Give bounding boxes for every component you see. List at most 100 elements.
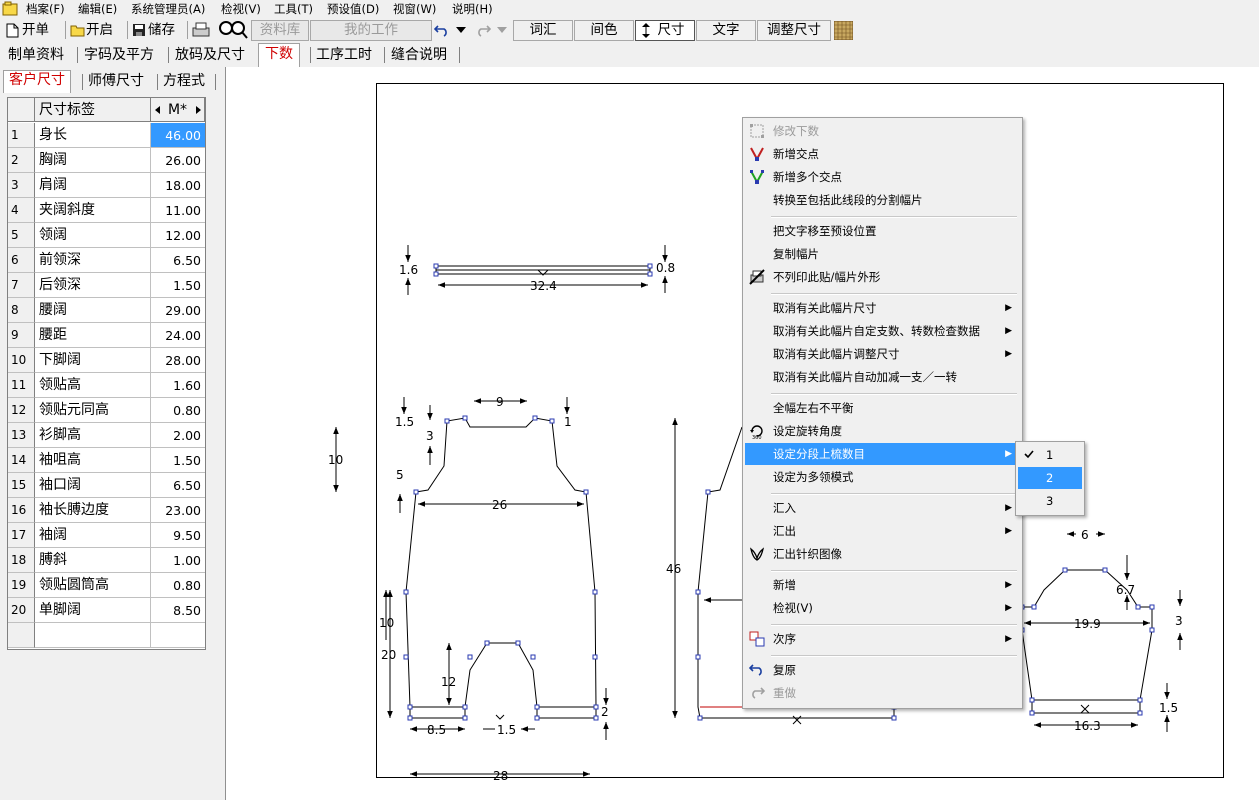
size-label-cell[interactable]: 单脚阔 (35, 598, 151, 623)
size-value-cell[interactable]: 0.80 (151, 398, 205, 423)
size-button[interactable]: 尺寸 (635, 20, 695, 41)
pattern-grid-icon[interactable] (834, 21, 853, 40)
size-value-cell[interactable]: 1.50 (151, 273, 205, 298)
size-label-cell[interactable]: 袖咀高 (35, 448, 151, 473)
size-label-cell[interactable]: 腰阔 (35, 298, 151, 323)
size-value-cell[interactable]: 1.60 (151, 373, 205, 398)
row-number[interactable]: 20 (8, 598, 35, 623)
menu-view[interactable]: 检视(V) (221, 1, 261, 17)
size-value-cell[interactable] (151, 623, 205, 648)
row-number[interactable]: 6 (8, 248, 35, 273)
tab-sewing-notes[interactable]: 缝合说明 (391, 45, 447, 65)
menu-item-cancel-size[interactable]: 取消有关此幅片尺寸 ▶ (745, 297, 1018, 319)
menu-item-import[interactable]: 汇入 ▶ (745, 497, 1018, 519)
tab-grading[interactable]: 放码及尺寸 (175, 45, 245, 65)
table-row[interactable]: 3 肩阔 18.00 (8, 173, 205, 198)
menu-item-cancel-custom-count[interactable]: 取消有关此幅片自定支数、转数检查数据 ▶ (745, 320, 1018, 342)
size-value-cell[interactable]: 29.00 (151, 298, 205, 323)
row-number[interactable]: 7 (8, 273, 35, 298)
size-value-cell[interactable]: 8.50 (151, 598, 205, 623)
menu-item-add-node[interactable]: 新增交点 (745, 143, 1018, 165)
submenu-item-1[interactable]: 1 (1018, 444, 1082, 466)
menu-item-add-nodes[interactable]: 新增多个交点 (745, 166, 1018, 188)
row-number[interactable]: 12 (8, 398, 35, 423)
table-row[interactable]: 6 前领深 6.50 (8, 248, 205, 273)
vocabulary-button[interactable]: 词汇 (513, 20, 573, 41)
size-value-cell[interactable]: 1.50 (151, 448, 205, 473)
tab-stitch-count[interactable]: 下数 (258, 43, 300, 67)
table-row[interactable]: 14 袖咀高 1.50 (8, 448, 205, 473)
table-row[interactable]: 16 袖长膊边度 23.00 (8, 498, 205, 523)
menu-item-export[interactable]: 汇出 ▶ (745, 520, 1018, 542)
row-number[interactable]: 16 (8, 498, 35, 523)
menu-item-order[interactable]: 次序 ▶ (745, 628, 1018, 650)
open-button[interactable]: 开启 (68, 20, 113, 40)
size-label-cell[interactable]: 领贴高 (35, 373, 151, 398)
size-value-cell[interactable]: 12.00 (151, 223, 205, 248)
size-label-cell[interactable]: 领贴元同高 (35, 398, 151, 423)
table-row-empty[interactable] (8, 623, 205, 648)
table-row[interactable]: 18 膊斜 1.00 (8, 548, 205, 573)
row-number[interactable]: 9 (8, 323, 35, 348)
table-row[interactable]: 8 腰阔 29.00 (8, 298, 205, 323)
row-number[interactable]: 18 (8, 548, 35, 573)
tab-master-size[interactable]: 师傅尺寸 (88, 72, 144, 91)
menu-item-multi-collar[interactable]: 设定为多领模式 (745, 466, 1018, 488)
table-row[interactable]: 1 身长 46.00 (8, 123, 205, 148)
size-label-cell[interactable]: 领阔 (35, 223, 151, 248)
size-label-cell[interactable] (35, 623, 151, 648)
size-label-cell[interactable]: 袖阔 (35, 523, 151, 548)
tab-order-info[interactable]: 制单资料 (8, 45, 64, 65)
row-number[interactable]: 15 (8, 473, 35, 498)
row-number[interactable]: 4 (8, 198, 35, 223)
tab-process-time[interactable]: 工序工时 (316, 45, 372, 65)
print-preview-icon[interactable] (216, 20, 248, 40)
undo-dropdown-icon[interactable] (456, 27, 466, 33)
row-number[interactable]: 13 (8, 423, 35, 448)
size-label-cell[interactable]: 领贴圆筒高 (35, 573, 151, 598)
text-button[interactable]: 文字 (696, 20, 756, 41)
row-number[interactable]: 11 (8, 373, 35, 398)
menu-item-redo[interactable]: 重做 (745, 682, 1018, 704)
submenu-item-2[interactable]: 2 (1018, 467, 1082, 489)
menu-item-undo[interactable]: 复原 (745, 659, 1018, 681)
table-row[interactable]: 4 夹阔斜度 11.00 (8, 198, 205, 223)
menu-item-set-segment-count[interactable]: 设定分段上梳数目 ▶ (745, 443, 1018, 465)
table-row[interactable]: 20 单脚阔 8.50 (8, 598, 205, 623)
arrow-right-icon[interactable] (196, 106, 201, 114)
table-row[interactable]: 13 衫脚高 2.00 (8, 423, 205, 448)
arrow-left-icon[interactable] (155, 106, 160, 114)
my-work-button[interactable]: 我的工作 (310, 20, 432, 41)
menu-item-move-text[interactable]: 把文字移至预设位置 (745, 220, 1018, 242)
menu-item-copy-piece[interactable]: 复制幅片 (745, 243, 1018, 265)
row-number[interactable]: 17 (8, 523, 35, 548)
menu-item-edit-count[interactable]: 修改下数 (745, 120, 1018, 142)
redo-icon[interactable] (475, 23, 491, 37)
size-value-cell[interactable]: 0.80 (151, 573, 205, 598)
menu-item-export-knit-image[interactable]: 汇出针织图像 (745, 543, 1018, 565)
size-value-cell[interactable]: 23.00 (151, 498, 205, 523)
table-row[interactable]: 11 领贴高 1.60 (8, 373, 205, 398)
size-value-cell[interactable]: 18.00 (151, 173, 205, 198)
menu-item-no-print[interactable]: 不列印此贴/幅片外形 (745, 266, 1018, 288)
table-row[interactable]: 2 胸阔 26.00 (8, 148, 205, 173)
undo-icon[interactable] (434, 23, 450, 37)
row-number[interactable]: 8 (8, 298, 35, 323)
row-number[interactable]: 3 (8, 173, 35, 198)
table-row[interactable]: 10 下脚阔 28.00 (8, 348, 205, 373)
size-label-cell[interactable]: 腰距 (35, 323, 151, 348)
menu-item-cancel-adjust[interactable]: 取消有关此幅片调整尺寸 ▶ (745, 343, 1018, 365)
size-label-cell[interactable]: 后领深 (35, 273, 151, 298)
size-value-cell[interactable]: 6.50 (151, 473, 205, 498)
size-label-cell[interactable]: 下脚阔 (35, 348, 151, 373)
size-value-cell[interactable]: 26.00 (151, 148, 205, 173)
adjust-size-button[interactable]: 调整尺寸 (757, 20, 831, 41)
row-number[interactable]: 2 (8, 148, 35, 173)
menu-item-view[interactable]: 检视(V) ▶ (745, 597, 1018, 619)
tab-formula[interactable]: 方程式 (163, 72, 205, 91)
menu-admin[interactable]: 系统管理员(A) (131, 1, 205, 17)
row-number[interactable]: 1 (8, 123, 35, 148)
size-label-cell[interactable]: 肩阔 (35, 173, 151, 198)
menu-item-convert-split[interactable]: 转换至包括此线段的分割幅片 (745, 189, 1018, 211)
menu-window[interactable]: 视窗(W) (393, 1, 436, 17)
